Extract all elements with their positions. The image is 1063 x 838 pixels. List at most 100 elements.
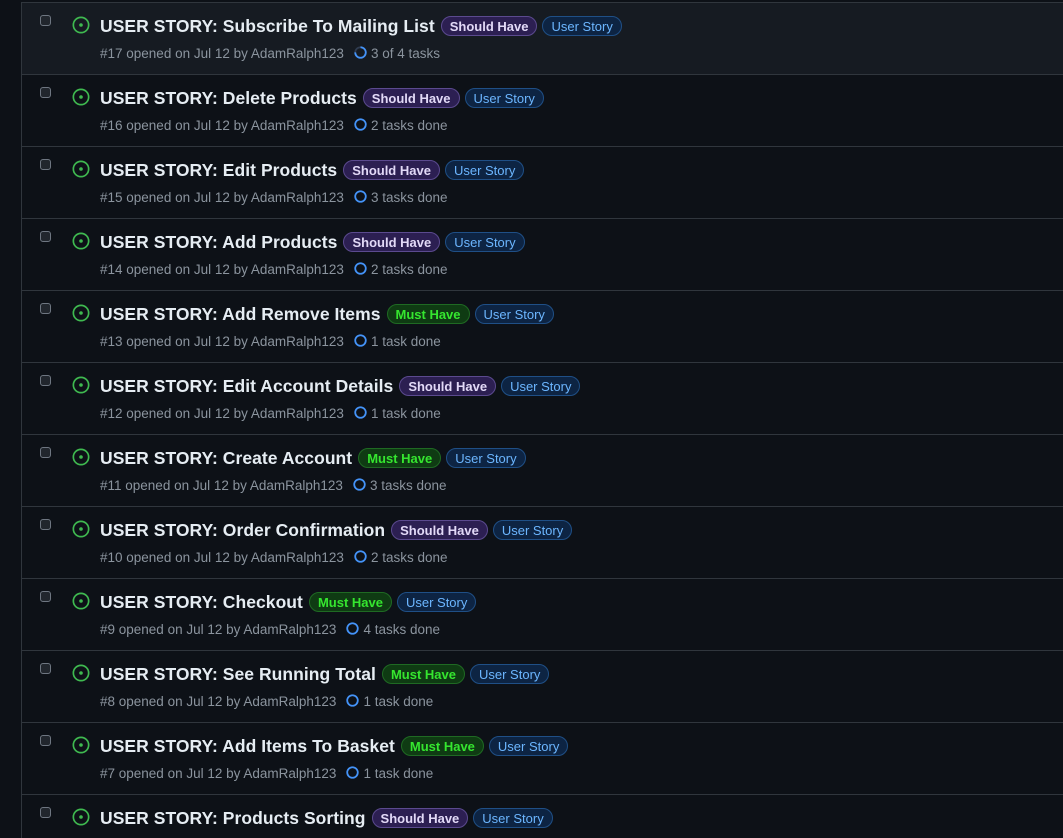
issue-meta: #9 opened on Jul 12 by AdamRalph123 4 tas… (100, 622, 440, 637)
priority-label[interactable]: Must Have (381, 664, 465, 684)
issue-row[interactable]: USER STORY: Delete Products Should Have Us… (22, 75, 1063, 147)
issue-title-line: USER STORY: Edit Account Details Should H… (100, 373, 581, 399)
task-count[interactable]: 2 tasks done (371, 262, 448, 277)
user-story-label[interactable]: User Story (396, 592, 477, 612)
priority-label[interactable]: Should Have (362, 88, 460, 108)
issue-opened-icon (72, 16, 90, 34)
priority-label[interactable]: Must Have (386, 304, 470, 324)
issue-meta: #14 opened on Jul 12 by AdamRalph123 2 ta… (100, 262, 448, 277)
user-story-label[interactable]: User Story (446, 448, 526, 468)
priority-label[interactable]: Should Have (343, 232, 441, 252)
priority-label[interactable]: Should Have (371, 808, 469, 828)
user-story-label[interactable]: User Story (501, 376, 581, 396)
user-story-label[interactable]: User Story (473, 808, 553, 828)
issue-title-link[interactable]: USER STORY: Order Confirmation (100, 520, 385, 541)
issue-title-line: USER STORY: Products Sorting Should Have U… (100, 805, 553, 831)
issue-meta: #8 opened on Jul 12 by AdamRalph123 1 tas… (100, 694, 433, 709)
issue-opened-icon (72, 664, 90, 682)
issue-title-line: USER STORY: Delete Products Should Have Us… (100, 85, 544, 111)
user-story-label[interactable]: User Story (470, 664, 550, 684)
issue-meta: #10 opened on Jul 12 by AdamRalph123 2 ta… (100, 550, 448, 565)
issue-title-link[interactable]: USER STORY: Delete Products (100, 88, 357, 109)
issue-row[interactable]: USER STORY: Checkout Must Have User Story #… (22, 579, 1063, 651)
issue-title-link[interactable]: USER STORY: Edit Products (100, 160, 337, 181)
task-count[interactable]: 3 tasks done (371, 190, 448, 205)
priority-label[interactable]: Must Have (358, 448, 442, 468)
issue-select-checkbox[interactable] (40, 87, 51, 98)
issue-meta: #12 opened on Jul 12 by AdamRalph123 1 ta… (100, 406, 441, 421)
issue-row[interactable]: USER STORY: Add Items To Basket Must Have… (22, 723, 1063, 795)
issue-opened-meta: #13 opened on Jul 12 by AdamRalph123 (100, 334, 344, 349)
issue-title-link[interactable]: USER STORY: Products Sorting (100, 808, 366, 829)
issue-title-link[interactable]: USER STORY: See Running Total (100, 664, 376, 685)
user-story-label[interactable]: User Story (444, 160, 525, 180)
issue-title-link[interactable]: USER STORY: Subscribe To Mailing List (100, 16, 435, 37)
issue-title-link[interactable]: USER STORY: Checkout (100, 592, 303, 613)
left-gutter (0, 0, 21, 838)
issue-title-line: USER STORY: Add Remove Items Must Have Use… (100, 301, 554, 327)
task-progress-icon (346, 766, 360, 779)
issue-select-checkbox[interactable] (40, 735, 51, 746)
user-story-label[interactable]: User Story (445, 232, 525, 252)
task-progress-icon (354, 46, 367, 59)
task-progress-icon (354, 190, 367, 203)
issue-row[interactable]: USER STORY: Create Account Must Have User … (22, 435, 1063, 507)
issue-select-checkbox[interactable] (40, 15, 51, 26)
user-story-label[interactable]: User Story (488, 736, 569, 756)
issue-opened-icon (72, 808, 90, 826)
issue-title-link[interactable]: USER STORY: Add Remove Items (100, 304, 381, 325)
issue-row[interactable]: USER STORY: Edit Products Should Have User… (22, 147, 1063, 219)
issue-select-checkbox[interactable] (40, 159, 51, 170)
issue-select-checkbox[interactable] (40, 663, 51, 674)
issue-title-link[interactable]: USER STORY: Add Products (100, 232, 337, 253)
task-progress-icon (354, 550, 367, 563)
user-story-label[interactable]: User Story (464, 88, 544, 108)
user-story-label[interactable]: User Story (542, 16, 622, 36)
issue-opened-icon (72, 448, 90, 466)
priority-label[interactable]: Should Have (399, 376, 497, 396)
priority-label[interactable]: Must Have (308, 592, 392, 612)
issue-opened-icon (72, 376, 90, 394)
task-count[interactable]: 4 tasks done (363, 622, 440, 637)
issue-title-link[interactable]: USER STORY: Create Account (100, 448, 352, 469)
issue-select-checkbox[interactable] (40, 447, 51, 458)
task-count[interactable]: 3 of 4 tasks (371, 46, 440, 61)
issue-title-link[interactable]: USER STORY: Edit Account Details (100, 376, 393, 397)
issue-select-checkbox[interactable] (40, 807, 51, 818)
issue-select-checkbox[interactable] (40, 303, 51, 314)
task-count[interactable]: 1 task done (371, 406, 441, 421)
priority-label[interactable]: Should Have (343, 160, 440, 180)
issue-title-link[interactable]: USER STORY: Add Items To Basket (100, 736, 395, 757)
task-count[interactable]: 3 tasks done (370, 478, 447, 493)
issue-row[interactable]: USER STORY: Add Products Should Have User … (22, 219, 1063, 291)
issue-title-line: USER STORY: Subscribe To Mailing List Sho… (100, 13, 622, 39)
task-count[interactable]: 2 tasks done (371, 118, 448, 133)
task-count[interactable]: 1 task done (363, 766, 433, 781)
issue-title-line: USER STORY: Add Items To Basket Must Have… (100, 733, 569, 759)
priority-label[interactable]: Must Have (400, 736, 484, 756)
user-story-label[interactable]: User Story (492, 520, 573, 540)
issue-select-checkbox[interactable] (40, 231, 51, 242)
issue-meta: #13 opened on Jul 12 by AdamRalph123 1 ta… (100, 334, 441, 349)
task-count[interactable]: 1 task done (371, 334, 441, 349)
issue-select-checkbox[interactable] (40, 375, 51, 386)
issue-title-line: USER STORY: Edit Products Should Have User… (100, 157, 525, 183)
issue-select-checkbox[interactable] (40, 519, 51, 530)
issue-row[interactable]: USER STORY: Products Sorting Should Have U… (22, 795, 1063, 838)
priority-label[interactable]: Should Have (391, 520, 488, 540)
task-progress-icon (346, 694, 360, 707)
issue-row[interactable]: USER STORY: Subscribe To Mailing List Sho… (22, 3, 1063, 75)
task-count[interactable]: 1 task done (363, 694, 433, 709)
priority-label[interactable]: Should Have (440, 16, 538, 36)
issue-row[interactable]: USER STORY: Order Confirmation Should Hav… (22, 507, 1063, 579)
issue-row[interactable]: USER STORY: See Running Total Must Have Us… (22, 651, 1063, 723)
issue-select-checkbox[interactable] (40, 591, 51, 602)
task-progress-icon (353, 478, 366, 491)
user-story-label[interactable]: User Story (474, 304, 554, 324)
issue-row[interactable]: USER STORY: Add Remove Items Must Have Use… (22, 291, 1063, 363)
task-count[interactable]: 2 tasks done (371, 550, 448, 565)
issue-opened-meta: #12 opened on Jul 12 by AdamRalph123 (100, 406, 344, 421)
issue-opened-icon (72, 736, 90, 754)
issue-row[interactable]: USER STORY: Edit Account Details Should H… (22, 363, 1063, 435)
task-progress-icon (346, 622, 360, 635)
